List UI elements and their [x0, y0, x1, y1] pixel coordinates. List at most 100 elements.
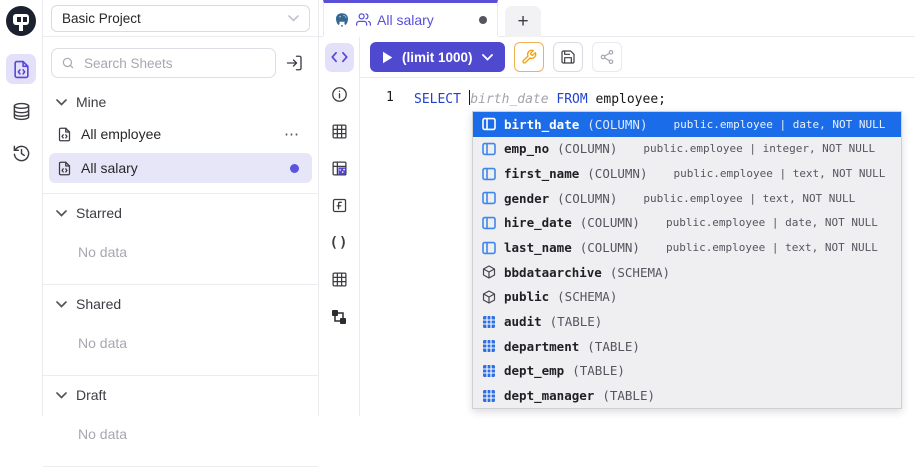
tab-label: All salary	[377, 12, 434, 28]
info-tab[interactable]	[325, 80, 354, 109]
completion-kind: (COLUMN)	[580, 215, 640, 230]
completion-detail: public.employee | date, NOT NULL	[666, 216, 878, 229]
sidebar: Basic Project	[43, 0, 319, 416]
sql-keyword-from: FROM	[549, 92, 596, 107]
completion-kind: (COLUMN)	[587, 117, 647, 132]
parentheses-icon: ()	[330, 235, 349, 251]
autocomplete-item[interactable]: department (TABLE)	[473, 334, 901, 359]
chevron-down-icon	[56, 301, 67, 308]
nav-sheets-button[interactable]	[6, 54, 36, 84]
section-header-mine[interactable]: Mine	[43, 83, 318, 117]
completion-kind: (SCHEMA)	[610, 265, 670, 280]
completion-kind: (TABLE)	[587, 339, 640, 354]
tab-bar: All salary +	[319, 0, 915, 37]
tab-unsaved-dot	[479, 16, 487, 24]
results-table-tab[interactable]	[325, 265, 354, 294]
more-actions-icon[interactable]: ⋯	[284, 125, 304, 143]
search-input[interactable]	[82, 55, 266, 72]
column-icon	[482, 216, 496, 230]
new-tab-button[interactable]: +	[505, 6, 541, 37]
sidebar-item-all-salary[interactable]: All salary	[49, 153, 312, 183]
completion-detail: public.employee | text, NOT NULL	[673, 167, 885, 180]
app-window: Basic Project	[0, 0, 915, 416]
sql-text: employee;	[596, 92, 666, 107]
section-header-starred[interactable]: Starred	[43, 194, 318, 228]
completion-name: birth_date	[504, 117, 579, 132]
section-label: Mine	[76, 94, 106, 110]
project-selector[interactable]: Basic Project	[51, 5, 310, 32]
code-editor-tab[interactable]	[325, 43, 354, 72]
completion-name: emp_no	[504, 141, 549, 156]
sql-editor[interactable]: 1 SELECT birth_date FROM employee; birth…	[360, 78, 915, 416]
format-query-button[interactable]	[514, 42, 544, 72]
data-table-tab[interactable]	[325, 117, 354, 146]
empty-state-text: No data	[43, 228, 318, 276]
autocomplete-popup: birth_date (COLUMN) public.employee | da…	[472, 111, 902, 409]
completion-name: hire_date	[504, 215, 572, 230]
sheet-item-label: All employee	[81, 126, 161, 142]
column-icon	[482, 191, 496, 205]
completion-name: bbdataarchive	[504, 265, 602, 280]
autocomplete-list: birth_date (COLUMN) public.employee | da…	[473, 112, 901, 408]
file-code-icon	[57, 127, 72, 142]
editor-pane: (limit 1000)	[360, 37, 915, 416]
autocomplete-item[interactable]: gender (COLUMN) public.employee | text, …	[473, 186, 901, 211]
workspace: ()	[319, 37, 915, 416]
autocomplete-item[interactable]: bbdataarchive (SCHEMA)	[473, 260, 901, 285]
code-icon	[331, 51, 348, 64]
section-label: Draft	[76, 387, 106, 403]
autocomplete-item[interactable]: audit (TABLE)	[473, 309, 901, 334]
tab-all-salary[interactable]: All salary	[323, 0, 498, 36]
completion-detail: public.employee | text, NOT NULL	[643, 192, 855, 205]
autocomplete-item[interactable]: dept_emp (TABLE)	[473, 359, 901, 384]
search-row	[43, 37, 318, 83]
app-logo	[6, 6, 36, 36]
function-tab[interactable]	[325, 191, 354, 220]
play-icon	[382, 51, 393, 64]
completion-detail: public.employee | integer, NOT NULL	[643, 142, 875, 155]
search-box[interactable]	[51, 48, 276, 78]
editor-tool-rail: ()	[319, 37, 360, 416]
postgres-elephant-icon	[334, 12, 350, 28]
autocomplete-item[interactable]: hire_date (COLUMN) public.employee | dat…	[473, 211, 901, 236]
file-code-icon	[57, 161, 72, 176]
logo-eyes	[17, 17, 21, 22]
chevron-down-icon	[56, 392, 67, 399]
schema-diagram-tab[interactable]	[325, 302, 354, 331]
completion-name: gender	[504, 191, 549, 206]
database-icon	[12, 102, 31, 121]
autocomplete-item[interactable]: public (SCHEMA)	[473, 285, 901, 310]
visualization-icon	[331, 160, 348, 177]
autocomplete-item[interactable]: dept_manager (TABLE)	[473, 383, 901, 408]
save-button[interactable]	[553, 42, 583, 72]
data-table-icon	[331, 123, 348, 140]
sidebar-item-all-employee[interactable]: All employee ⋯	[49, 119, 312, 149]
run-query-button[interactable]: (limit 1000)	[370, 42, 505, 72]
autocomplete-item[interactable]: first_name (COLUMN) public.employee | te…	[473, 161, 901, 186]
section-label: Shared	[76, 296, 121, 312]
parameters-tab[interactable]: ()	[325, 228, 354, 257]
table-icon	[482, 315, 496, 329]
import-sheet-button[interactable]	[286, 54, 304, 72]
completion-kind: (COLUMN)	[587, 166, 647, 181]
completion-detail: public.employee | text, NOT NULL	[666, 241, 878, 254]
section-header-draft[interactable]: Draft	[43, 376, 318, 410]
file-code-icon	[12, 60, 31, 79]
table-icon	[482, 389, 496, 403]
nav-history-button[interactable]	[6, 138, 36, 168]
completion-name: audit	[504, 314, 542, 329]
nav-databases-button[interactable]	[6, 96, 36, 126]
table-icon	[482, 364, 496, 378]
completion-name: dept_emp	[504, 363, 564, 378]
autocomplete-item[interactable]: birth_date (COLUMN) public.employee | da…	[473, 112, 901, 137]
ghost-completion-text: birth_date	[470, 92, 548, 107]
completion-kind: (TABLE)	[572, 363, 625, 378]
chevron-down-icon	[288, 15, 299, 22]
share-button[interactable]	[592, 42, 622, 72]
code-line: SELECT birth_date FROM employee;	[360, 90, 915, 107]
section-header-shared[interactable]: Shared	[43, 285, 318, 319]
visualization-tab[interactable]	[325, 154, 354, 183]
autocomplete-item[interactable]: emp_no (COLUMN) public.employee | intege…	[473, 137, 901, 162]
column-icon	[482, 117, 496, 131]
autocomplete-item[interactable]: last_name (COLUMN) public.employee | tex…	[473, 235, 901, 260]
